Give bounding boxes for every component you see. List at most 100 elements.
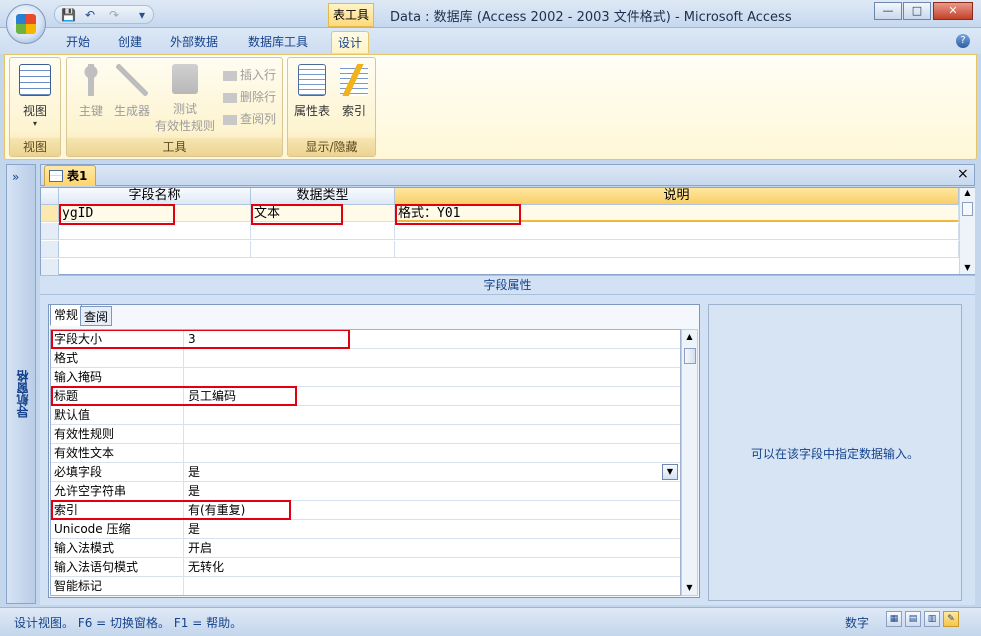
indexes-button[interactable]: 索引 [336,64,372,119]
property-row[interactable]: 有效性文本 [51,444,680,463]
property-row[interactable]: 输入掩码 [51,368,680,387]
property-name: 格式 [51,349,184,368]
property-name: 输入法语句模式 [51,558,184,577]
minimize-button[interactable]: — [874,2,902,20]
field-name-cell[interactable] [59,241,251,258]
property-name: 允许空字符串 [51,482,184,501]
group-show-hide-label: 显示/隐藏 [288,138,375,156]
office-button[interactable] [6,4,46,44]
test-validation-rules-button[interactable]: 测试 有效性规则 [153,64,217,134]
insert-row-icon [223,70,237,81]
property-value[interactable] [185,349,680,368]
property-name: 有效性文本 [51,444,184,463]
builder-wand-icon [116,64,148,96]
property-name: 默认值 [51,406,184,425]
scroll-up-icon[interactable]: ▲ [682,330,697,344]
delete-row-button[interactable]: 删除行 [223,88,276,105]
maximize-button[interactable]: □ [903,2,931,20]
tab-database-tools[interactable]: 数据库工具 [242,31,314,53]
tab-home[interactable]: 开始 [60,31,96,53]
property-value[interactable] [185,577,680,595]
grid-corner[interactable] [41,188,59,205]
ribbon-panel: 视图 ▾ 视图 主键 生成器 测试 有效性规则 插入行 删除行 查阅列 工具 属… [4,54,977,160]
scroll-thumb[interactable] [684,348,696,364]
group-view: 视图 ▾ 视图 [9,57,61,157]
property-row[interactable]: 输入法模式 开启 [51,539,680,558]
property-row[interactable]: 允许空字符串是 [51,482,680,501]
lookup-column-button[interactable]: 查阅列 [223,110,276,127]
undo-icon[interactable]: ↶ [83,8,97,22]
data-type-cell[interactable] [251,241,395,258]
table-icon [49,170,63,182]
property-row[interactable]: 默认值 [51,406,680,425]
property-row[interactable]: 智能标记 [51,577,680,595]
expand-nav-icon[interactable]: » [12,170,19,184]
property-value[interactable]: 开启 [185,539,680,558]
indexes-lightning-icon [340,64,368,96]
property-row[interactable]: 格式 [51,349,680,368]
property-scrollbar[interactable]: ▲ ▼ [681,329,698,596]
property-row[interactable]: Unicode 压缩是 [51,520,680,539]
help-icon[interactable]: ? [956,34,970,48]
group-tools-label: 工具 [67,138,282,156]
tab-general[interactable]: 常规 [50,304,83,326]
description-cell[interactable] [395,241,959,258]
redo-icon[interactable]: ↷ [107,8,121,22]
row-selector[interactable] [41,259,59,276]
field-properties-title: 字段属性 [40,275,975,295]
highlight-box [51,330,350,349]
property-value[interactable] [185,406,680,425]
scroll-down-icon[interactable]: ▼ [682,581,697,595]
tab-create[interactable]: 创建 [112,31,148,53]
scroll-down-icon[interactable]: ▼ [960,263,975,272]
scroll-up-icon[interactable]: ▲ [960,188,975,198]
row-selector[interactable] [41,223,59,240]
tab-design[interactable]: 设计 [331,31,370,53]
field-name-cell[interactable] [59,223,251,240]
design-view-icon[interactable]: ✎ [943,611,959,627]
property-row[interactable]: 输入法语句模式 无转化 [51,558,680,577]
insert-row-button[interactable]: 插入行 [223,66,276,83]
grid-vertical-scrollbar[interactable]: ▲ ▼ [959,188,975,274]
property-value[interactable]: 是 [185,482,680,501]
scroll-thumb[interactable] [962,202,973,216]
view-button[interactable]: 视图 ▾ [14,64,56,128]
property-row[interactable]: 有效性规则 [51,425,680,444]
tab-lookup[interactable]: 查阅 [80,306,113,326]
navigation-pane-label: 导航窗格 [16,370,30,418]
close-window-button[interactable]: ✕ [933,2,973,20]
highlight-box [51,500,291,520]
window-title: Data : 数据库 (Access 2002 - 2003 文件格式) - M… [390,10,792,25]
pivotchart-view-icon[interactable]: ▥ [924,611,940,627]
document-tab-table1[interactable]: 表1 [44,165,96,186]
description-cell[interactable] [395,223,959,240]
save-icon[interactable]: 💾 [61,8,76,22]
tab-external-data[interactable]: 外部数据 [164,31,224,53]
property-value[interactable]: 是 [185,520,680,539]
row-selector[interactable] [41,205,59,222]
datasheet-view-icon[interactable]: ▦ [886,611,902,627]
document-tab-bar [40,164,975,186]
group-tools: 主键 生成器 测试 有效性规则 插入行 删除行 查阅列 工具 [66,57,283,157]
data-type-cell[interactable] [251,223,395,240]
property-row[interactable]: 必填字段是 ▼ [51,463,680,482]
property-value[interactable]: 无转化 [185,558,680,577]
property-value[interactable] [185,425,680,444]
customize-qat-icon[interactable]: ▾ [135,8,149,22]
pivottable-view-icon[interactable]: ▤ [905,611,921,627]
status-text: 设计视图。 F6 = 切换窗格。 F1 = 帮助。 [14,616,243,630]
builder-button[interactable]: 生成器 [111,64,153,119]
key-icon [75,64,107,96]
property-value[interactable] [185,444,680,463]
office-logo-icon [16,14,36,34]
property-value[interactable]: 是 [185,463,680,482]
property-sheet-button[interactable]: 属性表 [290,64,334,119]
property-name: 输入掩码 [51,368,184,387]
property-sheet-icon [298,64,326,96]
dropdown-arrow-icon[interactable]: ▼ [662,464,678,480]
property-value[interactable] [185,368,680,387]
row-selector[interactable] [41,241,59,258]
close-document-icon[interactable]: × [957,166,969,182]
header-description: 说明 [395,188,959,205]
primary-key-button[interactable]: 主键 [73,64,109,119]
